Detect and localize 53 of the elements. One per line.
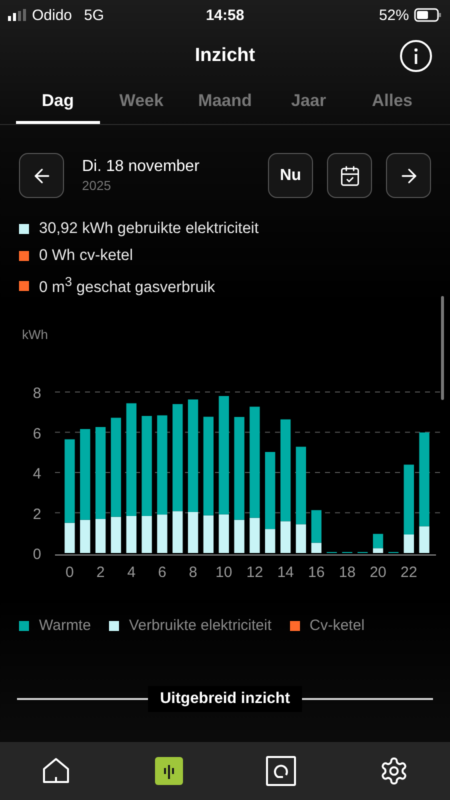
legend-swatch: [290, 620, 300, 631]
y-tick-label: 4: [32, 466, 42, 483]
x-tick-label: 8: [188, 564, 198, 582]
battery-icon: [414, 8, 442, 22]
y-tick-label: 6: [32, 425, 42, 442]
period-tab[interactable]: Dag: [16, 80, 100, 124]
axis-unit: kWh: [22, 327, 48, 342]
bar-chart-icon: [154, 757, 183, 785]
legend-swatch: [19, 620, 29, 631]
summary-text: 30,92 kWh gebruikte elektriciteit: [39, 220, 259, 238]
info-button[interactable]: [400, 40, 432, 72]
x-tick-label: 16: [308, 564, 325, 582]
x-tick-label: 10: [216, 564, 232, 582]
period-tab[interactable]: Jaar: [266, 80, 350, 124]
y-tick-label: 8: [32, 385, 42, 402]
y-tick-label: 0: [32, 546, 42, 564]
y-tick-label: 2: [32, 506, 42, 523]
summary-text: 0 m$^{3}$ geschat gasverbruik: [39, 274, 216, 298]
info-icon: [413, 48, 419, 64]
battery-percentage: 52%: [378, 6, 409, 24]
year-label: 2025: [82, 178, 112, 193]
next-button[interactable]: [386, 153, 431, 198]
period-tab[interactable]: Maand: [183, 80, 267, 124]
signal-icon: [8, 9, 26, 21]
clock: 14:58: [206, 6, 244, 24]
settings-icon: [378, 756, 409, 786]
period-tab[interactable]: Alles: [350, 80, 434, 124]
today-button[interactable]: Nu: [268, 153, 313, 198]
x-tick-label: 12: [246, 564, 264, 582]
page-title: Inzicht: [194, 45, 256, 67]
network-type: 5G: [84, 6, 104, 24]
x-tick-label: 2: [96, 564, 105, 582]
x-tick-label: 14: [277, 564, 294, 582]
x-tick-label: 4: [127, 564, 136, 582]
x-tick-label: 20: [370, 564, 386, 582]
x-tick-label: 22: [400, 564, 418, 582]
previous-button[interactable]: [19, 153, 64, 198]
section-heading: Uitgebreid inzicht: [148, 686, 302, 712]
calendar-icon: [338, 164, 360, 186]
x-tick-label: 18: [338, 564, 356, 582]
summary-text: 0 Wh cv-ketel: [39, 247, 133, 265]
date-label: Di. 18 november: [82, 158, 200, 176]
device-icon: [266, 756, 296, 786]
legend-label: Warmte: [39, 617, 91, 634]
legend-label: Cv-ketel: [310, 617, 365, 634]
calendar-button[interactable]: [327, 153, 372, 198]
x-tick-label: 0: [66, 564, 74, 582]
home-icon: [41, 756, 72, 786]
x-tick-label: 6: [158, 564, 166, 582]
legend-label: Verbruikte elektriciteit: [128, 617, 272, 634]
period-tab[interactable]: Week: [100, 80, 184, 124]
carrier-name: Odido: [32, 6, 72, 24]
legend-swatch: [108, 620, 119, 631]
